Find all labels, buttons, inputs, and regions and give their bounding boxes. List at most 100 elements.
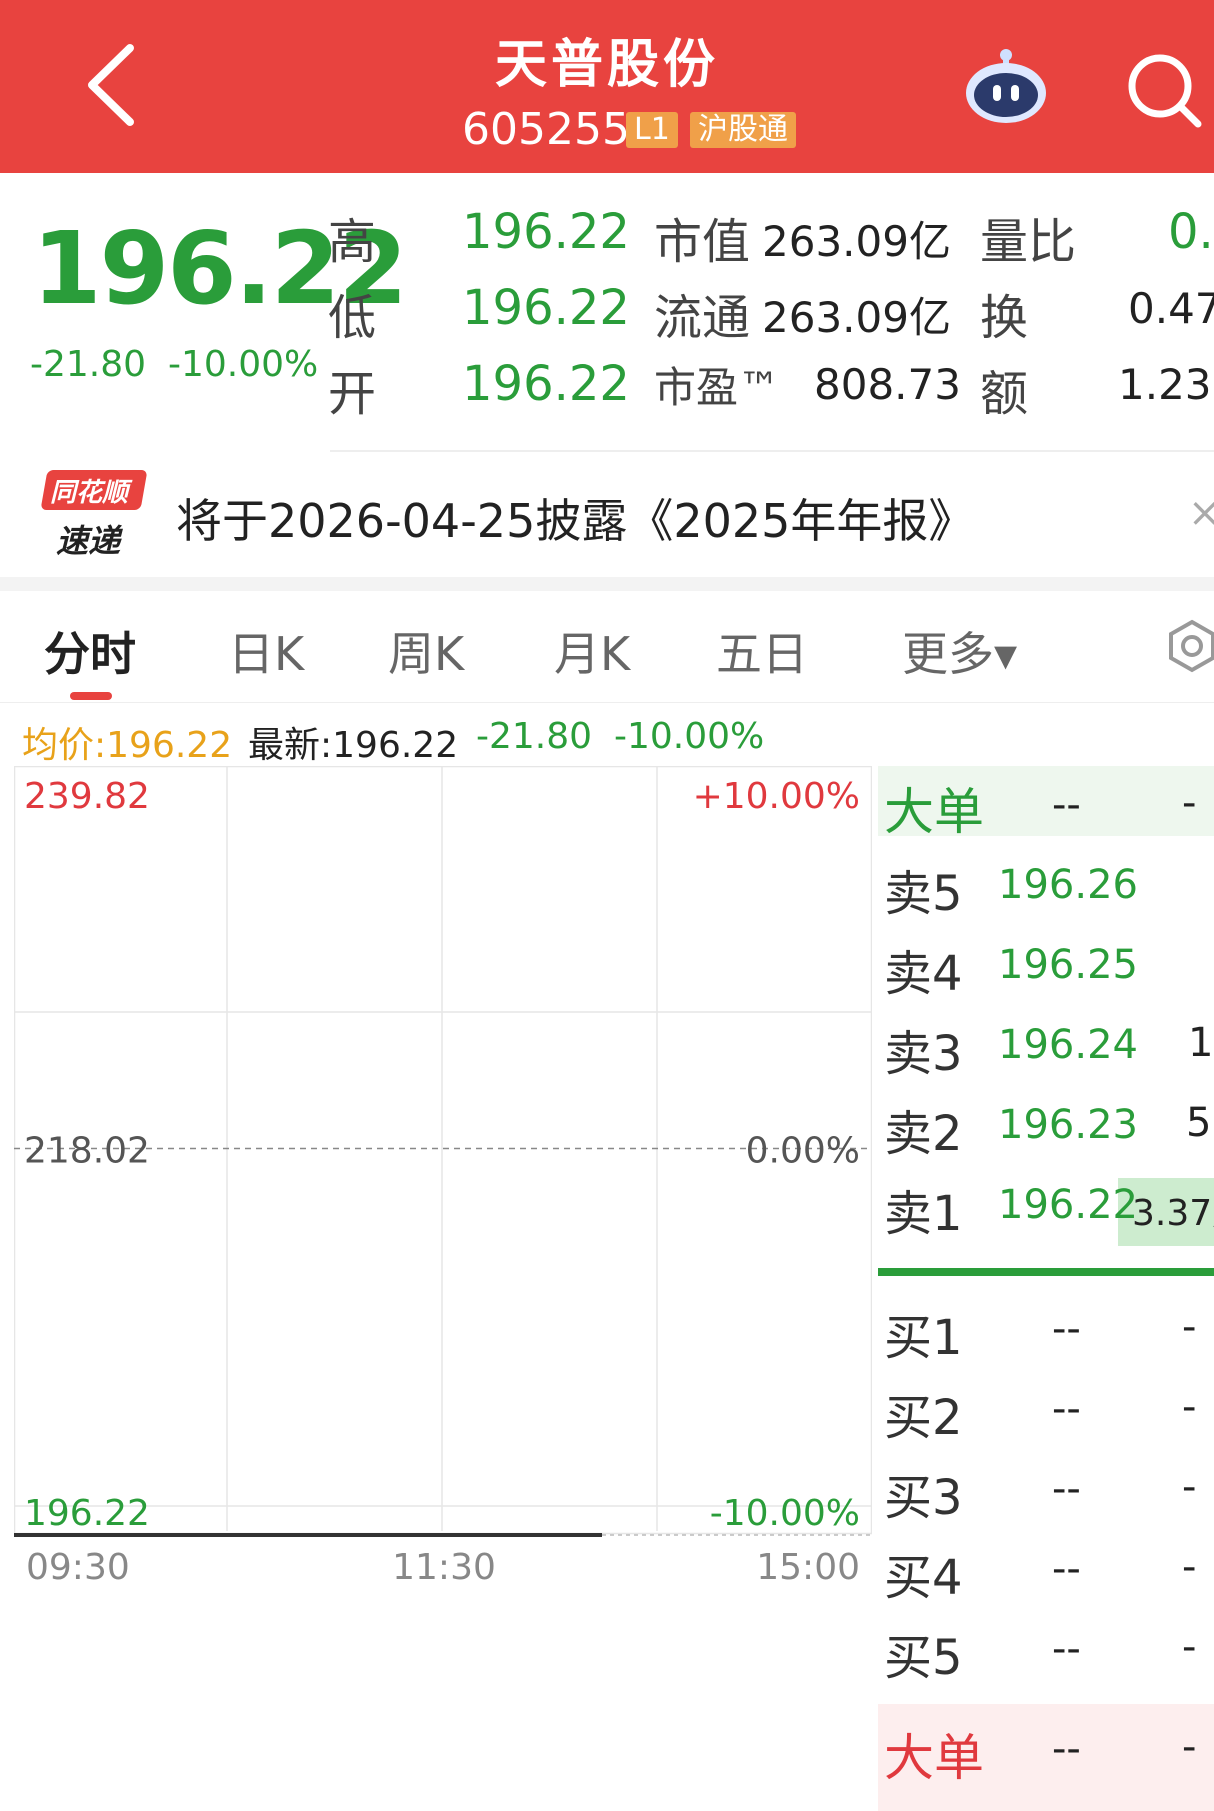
- y-tick-label-pct: 0.00%: [746, 1131, 860, 1172]
- ask-volume: 1: [1188, 1020, 1214, 1066]
- low-value: 196.22: [462, 280, 630, 336]
- y-tick-label: 239.82: [24, 776, 150, 817]
- bid-row[interactable]: 买5 -- -: [878, 1610, 1214, 1686]
- bid-price: --: [1052, 1546, 1081, 1592]
- turnover-value: 0.47: [1128, 284, 1214, 333]
- bid-row[interactable]: 买4 -- -: [878, 1530, 1214, 1606]
- big-order-label: 大单: [884, 783, 984, 841]
- ask-row[interactable]: 卖2 196.23 5: [878, 1086, 1214, 1162]
- mktcap-label: 市值: [654, 214, 751, 270]
- big-order-value: --: [1052, 1726, 1081, 1772]
- ask-price: 196.23: [998, 1102, 1138, 1148]
- high-label: 高: [328, 214, 377, 270]
- ask-price: 196.24: [998, 1022, 1138, 1068]
- y-tick-label-pct: +10.00%: [693, 776, 860, 817]
- settings-icon[interactable]: [1164, 618, 1214, 674]
- bid-price: --: [1052, 1386, 1081, 1432]
- low-label: 低: [328, 290, 377, 346]
- notice-text[interactable]: 将于2026-04-25披露《2025年年报》: [176, 485, 974, 551]
- bid-label: 买2: [884, 1390, 963, 1446]
- connect-badge: 沪股通: [690, 112, 796, 148]
- tab-monthly-k[interactable]: 月K: [554, 618, 630, 684]
- ask-price: 196.22: [998, 1182, 1138, 1228]
- ask-label: 卖3: [884, 1026, 963, 1082]
- robot-assistant-icon[interactable]: [963, 47, 1049, 127]
- search-icon[interactable]: [1124, 50, 1204, 130]
- pe-value: 808.73: [814, 360, 961, 409]
- bid-price: --: [1052, 1466, 1081, 1512]
- turnover-label: 换: [980, 290, 1029, 346]
- info-change-pct: -10.00%: [614, 716, 765, 757]
- ask-label: 卖1: [884, 1186, 963, 1242]
- tab-daily-k[interactable]: 日K: [228, 618, 304, 684]
- bid-label: 买4: [884, 1550, 963, 1606]
- price-change-pct: -10.00%: [168, 344, 319, 385]
- level-badge: L1: [626, 112, 678, 148]
- x-tick-label: 09:30: [26, 1547, 130, 1588]
- ask-row[interactable]: 卖3 196.24 1: [878, 1006, 1214, 1082]
- avg-price: 均价:196.22: [22, 725, 233, 766]
- divider: [0, 702, 1214, 703]
- tab-five-day[interactable]: 五日: [716, 618, 808, 684]
- x-tick-label: 15:00: [756, 1547, 860, 1588]
- volratio-value: 0.3: [1168, 204, 1214, 260]
- amount-label: 额: [980, 366, 1029, 422]
- y-tick-label: 196.22: [24, 1493, 150, 1534]
- timeshare-chart[interactable]: 239.82 218.02 196.22 +10.00% 0.00% -10.00% 09:…: [14, 766, 872, 1756]
- book-divider: [878, 1268, 1214, 1276]
- big-order-label: 大单: [884, 1729, 984, 1787]
- bid-label: 买5: [884, 1630, 963, 1686]
- volratio-label: 量比: [980, 214, 1077, 270]
- mktcap-value: 263.09亿: [762, 217, 951, 266]
- bid-row[interactable]: 买1 -- -: [878, 1290, 1214, 1366]
- amount-value: 1.23: [1118, 360, 1212, 409]
- x-tick-label: 11:30: [392, 1547, 496, 1588]
- bid-price: --: [1052, 1626, 1081, 1672]
- pe-label: 市盈™: [654, 363, 781, 412]
- y-tick-label-pct: -10.00%: [710, 1493, 860, 1534]
- tab-more[interactable]: 更多▾: [902, 618, 1017, 684]
- bid-row[interactable]: 买3 -- -: [878, 1450, 1214, 1526]
- high-value: 196.22: [462, 204, 630, 260]
- ask-label: 卖2: [884, 1106, 963, 1162]
- bid-price: --: [1052, 1306, 1081, 1352]
- big-order-extra: -: [1182, 780, 1197, 826]
- big-order-bottom: 大单 -- -: [878, 1704, 1214, 1811]
- tab-weekly-k[interactable]: 周K: [388, 618, 464, 684]
- big-order-extra: -: [1182, 1724, 1197, 1770]
- order-book: 大单 -- - 卖5 196.26 卖4 196.25 卖3 196.24 1 …: [878, 766, 1214, 1811]
- bid-volume: -: [1182, 1624, 1197, 1670]
- price-change: -21.80: [30, 344, 147, 385]
- section-separator: [0, 577, 1214, 591]
- ask-row[interactable]: 卖5 196.26: [878, 846, 1214, 922]
- ask-volume: 5: [1186, 1100, 1212, 1146]
- bid-volume: -: [1182, 1384, 1197, 1430]
- info-change: -21.80: [476, 716, 593, 757]
- bid-volume: -: [1182, 1464, 1197, 1510]
- bid-row[interactable]: 买2 -- -: [878, 1370, 1214, 1446]
- big-order-top: 大单 -- -: [878, 766, 1214, 841]
- close-icon[interactable]: ×: [1188, 490, 1214, 536]
- float-label: 流通: [654, 290, 751, 346]
- tab-indicator: [70, 692, 112, 700]
- open-value: 196.22: [462, 356, 630, 412]
- bid-volume: -: [1182, 1304, 1197, 1350]
- bid-volume: -: [1182, 1544, 1197, 1590]
- float-value: 263.09亿: [762, 293, 951, 342]
- ths-express-logo: 同花顺 速递: [40, 470, 148, 560]
- chart-canvas: 239.82 218.02 196.22 +10.00% 0.00% -10.00% 09:…: [14, 766, 872, 1588]
- ask-price: 196.25: [998, 942, 1138, 988]
- stock-code: 605255: [462, 104, 630, 155]
- big-order-value: --: [1052, 782, 1081, 828]
- ask-row[interactable]: 卖1 196.22 3.37万: [878, 1166, 1214, 1242]
- bid-label: 买1: [884, 1310, 963, 1366]
- bid-label: 买3: [884, 1470, 963, 1526]
- ask-price: 196.26: [998, 862, 1138, 908]
- ask-label: 卖5: [884, 866, 963, 922]
- open-label: 开: [328, 366, 377, 422]
- ask-volume: 3.37万: [1132, 1193, 1214, 1234]
- tab-timeshare[interactable]: 分时: [44, 618, 136, 684]
- y-tick-label: 218.02: [24, 1131, 150, 1172]
- ask-label: 卖4: [884, 946, 963, 1002]
- ask-row[interactable]: 卖4 196.25: [878, 926, 1214, 1002]
